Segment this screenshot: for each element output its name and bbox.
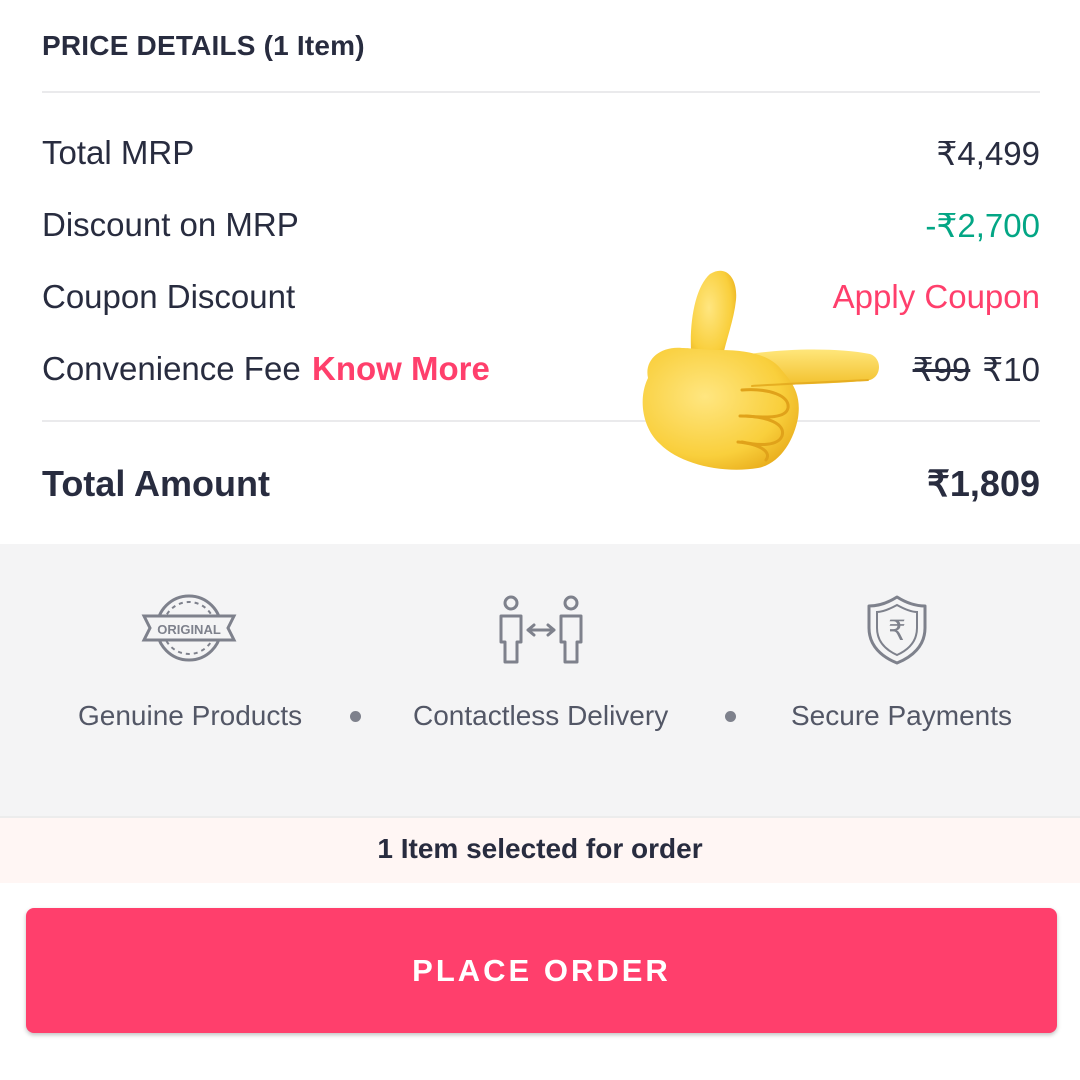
convenience-fee-label: Convenience Fee — [42, 350, 301, 387]
convenience-fee-value: ₹99 ₹10 — [913, 350, 1040, 389]
secure-payments-label: Secure Payments — [791, 700, 1012, 731]
original-badge-icon: ORIGINAL — [141, 594, 237, 662]
genuine-products-label: Genuine Products — [78, 700, 303, 731]
place-order-button[interactable]: PLACE ORDER — [26, 908, 1057, 1033]
know-more-link[interactable]: Know More — [312, 350, 490, 388]
total-amount-label: Total Amount — [42, 463, 270, 504]
convenience-fee-current: ₹10 — [982, 351, 1040, 388]
contactless-delivery-icon — [499, 595, 583, 664]
separator-dot — [725, 711, 736, 722]
price-details-section: PRICE DETAILS (1 Item) Total MRP ₹4,499 … — [0, 0, 1080, 544]
convenience-fee-original: ₹99 — [912, 351, 971, 388]
divider — [42, 420, 1040, 422]
discount-on-mrp-label: Discount on MRP — [42, 206, 299, 243]
selection-summary-text: 1 Item selected for order — [377, 833, 703, 864]
coupon-discount-label: Coupon Discount — [42, 278, 296, 315]
divider — [42, 91, 1040, 93]
trust-badges-section: ORIGINAL ₹ Genuine Products Contactless … — [0, 544, 1080, 816]
total-mrp-value: ₹4,499 — [936, 135, 1040, 172]
original-badge-text: ORIGINAL — [157, 622, 221, 637]
separator-dot — [350, 711, 361, 722]
discount-on-mrp-value: -₹2,700 — [925, 207, 1040, 244]
rupee-symbol: ₹ — [888, 615, 906, 646]
contactless-delivery-label: Contactless Delivery — [413, 700, 669, 731]
rupee-shield-icon: ₹ — [867, 595, 927, 665]
pointing-right-hand-emoji-icon — [642, 270, 879, 470]
selection-summary-bar: 1 Item selected for order — [0, 816, 1080, 883]
price-details-title: PRICE DETAILS (1 Item) — [42, 30, 365, 61]
total-amount-value: ₹1,809 — [927, 463, 1040, 504]
total-mrp-label: Total MRP — [42, 134, 195, 171]
